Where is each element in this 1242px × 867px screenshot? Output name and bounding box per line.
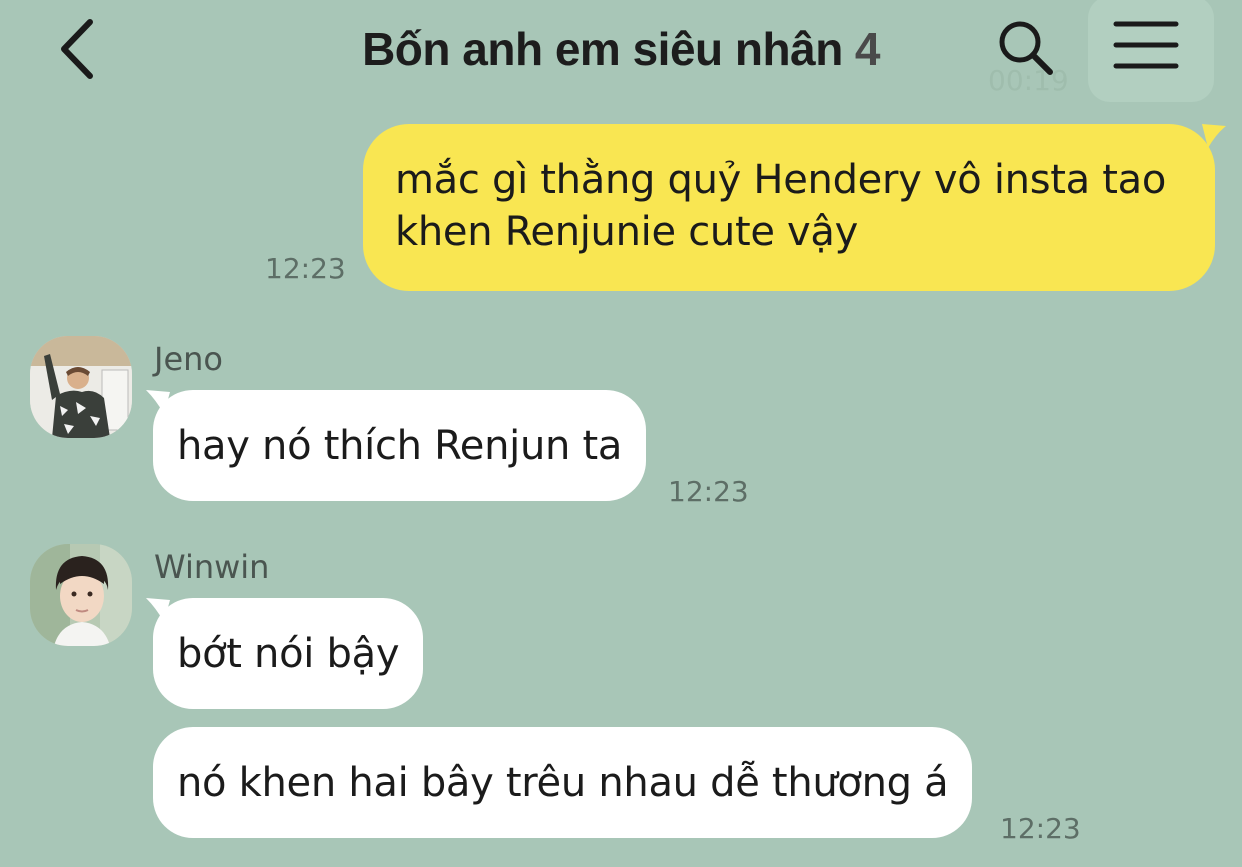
- member-count: 4: [854, 23, 881, 75]
- incoming-message-bubble[interactable]: bớt nói bậy: [153, 598, 424, 709]
- avatar-winwin[interactable]: [30, 544, 132, 646]
- message-text: hay nó thích Renjun ta: [177, 423, 623, 469]
- menu-button[interactable]: [1088, 0, 1214, 102]
- message-text-line: mắc gì thằng quỷ Hendery vô insta tao: [395, 157, 1167, 203]
- incoming-message-bubble[interactable]: hay nó thích Renjun ta: [153, 390, 647, 501]
- chat-screen: Bốn anh em siêu nhân 4 00:19 12:23 mắc gì…: [0, 0, 1242, 867]
- hamburger-menu-icon: [1113, 21, 1179, 69]
- message-text: nó khen hai bây trêu nhau dễ thương á: [177, 760, 949, 806]
- bubble-tail: [1202, 124, 1226, 148]
- message-text-line: khen Renjunie cute vậy: [395, 209, 859, 255]
- group-name: Bốn anh em siêu nhân: [362, 23, 843, 75]
- chat-header: Bốn anh em siêu nhân 4 00:19: [0, 0, 1242, 102]
- incoming-message-bubble[interactable]: nó khen hai bây trêu nhau dễ thương á: [153, 727, 973, 838]
- avatar-jeno[interactable]: [30, 336, 132, 438]
- avatar-image: [30, 336, 132, 438]
- sender-name: Jeno: [154, 340, 223, 378]
- sender-name: Winwin: [154, 548, 270, 586]
- my-message-bubble[interactable]: mắc gì thằng quỷ Hendery vô insta tao kh…: [363, 124, 1215, 291]
- message-time: 12:23: [265, 252, 346, 285]
- message-text: bớt nói bậy: [177, 631, 400, 677]
- search-button[interactable]: [992, 14, 1060, 82]
- message-time: 12:23: [1000, 812, 1081, 845]
- message-time: 12:23: [668, 475, 749, 508]
- avatar-image: [30, 544, 132, 646]
- search-icon: [999, 21, 1053, 75]
